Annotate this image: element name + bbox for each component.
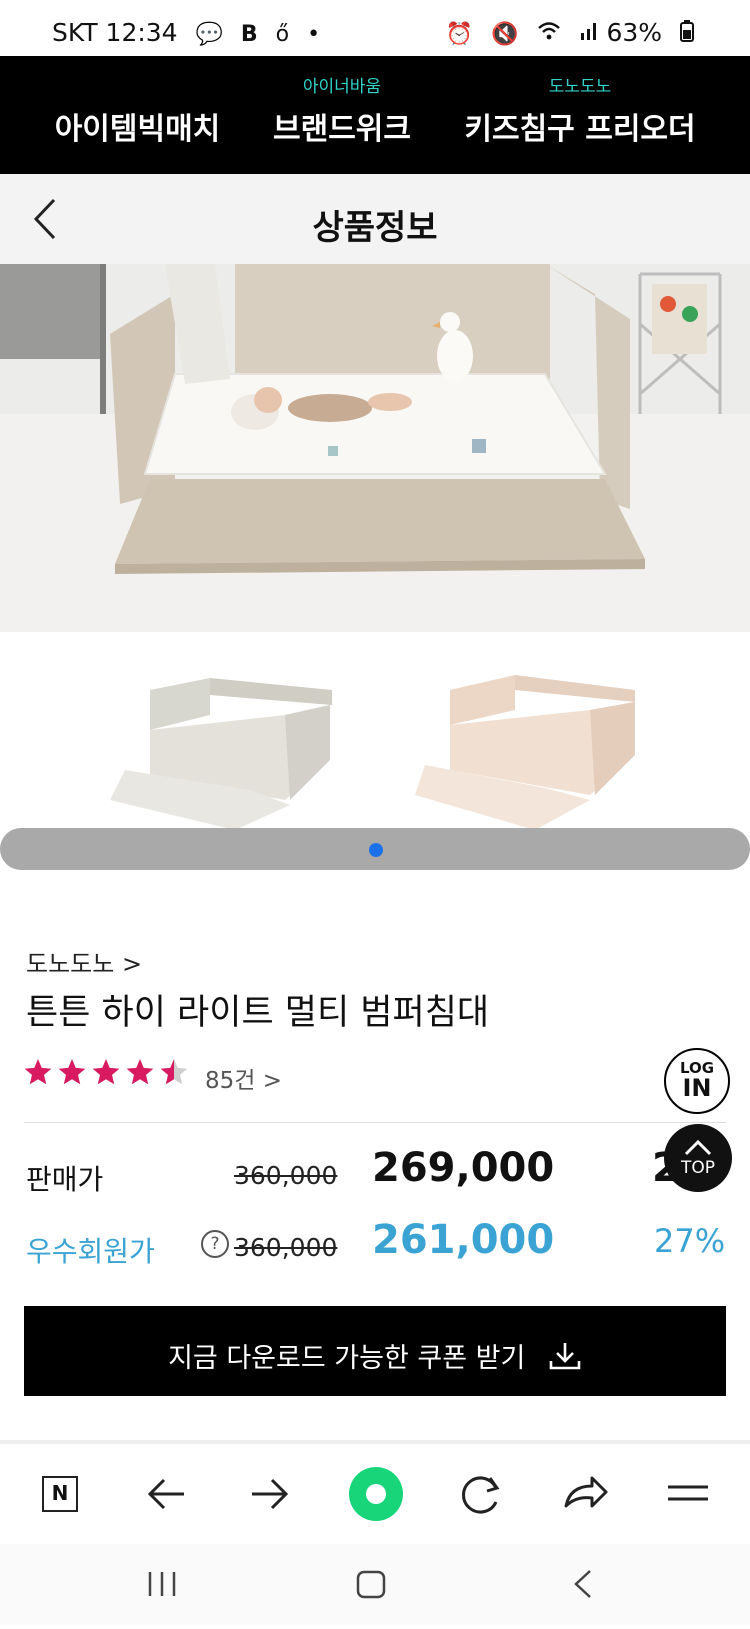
share-icon [564,1476,608,1508]
status-right: ⏰ 🔇 63% [436,18,694,48]
nav-item-label: 아이템빅매치 [54,112,221,147]
coupon-download-button[interactable]: 지금 다운로드 가능한 쿠폰 받기 [24,1306,726,1396]
star-rating-icon [24,1059,188,1085]
chat-bubble-icon: 💬 [195,21,223,47]
refresh-icon [462,1476,500,1514]
share-button[interactable] [544,1444,624,1544]
sale-price: 269,000 [372,1145,555,1191]
divider [24,1122,726,1123]
back-icon[interactable] [574,1570,591,1598]
battery-icon [680,20,694,48]
nav-item-label: 키즈침구 프리오더 [464,112,696,147]
scroll-top-button[interactable]: TOP [664,1124,732,1192]
notification-icon: ő [275,21,290,47]
brand-link[interactable]: 도노도노 > [26,944,142,979]
page-header: 상품정보 [0,174,750,264]
star-filled [126,1059,154,1085]
nav-item-item-big-match[interactable]: 아이템빅매치 [30,56,245,174]
alarm-icon: ⏰ [445,21,474,47]
page-title: 상품정보 [312,208,438,248]
battery-percent: 63% [606,18,663,47]
recent-apps-icon[interactable] [148,1572,176,1596]
nav-item-sub: 도노도노 [548,77,612,97]
nav-item-sub: 아이너바움 [302,77,382,97]
back-arrow-icon [147,1478,184,1510]
refresh-button[interactable] [440,1444,520,1544]
member-discount-rate: 27% [654,1222,726,1260]
bumper-bed-photo [0,264,750,632]
help-icon[interactable]: ? [201,1230,229,1258]
thumbnail-beige[interactable] [415,675,635,830]
signal-icon [579,21,599,47]
coupon-label: 지금 다운로드 가능한 쿠폰 받기 [24,1336,726,1375]
product-hero-image[interactable] [0,264,750,632]
product-name: 튼튼 하이 라이트 멀티 범퍼침대 [26,993,490,1033]
menu-button[interactable] [648,1444,728,1544]
sale-original-price: 360,000 [234,1161,338,1190]
star-filled [24,1059,52,1085]
system-navigation-bar [0,1544,750,1625]
star-filled [92,1059,120,1085]
forward-arrow-icon [252,1478,289,1510]
naver-home-icon: N [42,1476,78,1512]
thumbnail-gray[interactable] [110,678,332,830]
rating-stars [24,1058,190,1088]
chevron-up-icon [684,1139,712,1156]
wifi-icon [537,21,561,47]
member-original-price: 360,000 [234,1233,338,1262]
member-price-label: 우수회원가 [26,1235,155,1268]
status-bar: SKT 12:34 💬 B ő • ⏰ 🔇 63% [0,0,750,56]
review-count-link[interactable]: 85건 > [205,1061,282,1095]
nav-item-brand-week[interactable]: 아이너바움 브랜드위크 [252,56,432,174]
naver-home-button[interactable]: N [22,1444,102,1544]
color-option-thumbnails [0,660,750,830]
login-line2: IN [682,1074,712,1102]
nav-item-label: 브랜드위크 [273,112,411,147]
menu-icon [668,1485,708,1501]
coupon-text: 지금 다운로드 가능한 쿠폰 받기 [168,1343,526,1374]
b-app-icon: B [240,21,258,47]
nav-item-kids-bedding-preorder[interactable]: 도노도노 키즈침구 프리오더 [450,56,710,174]
home-icon[interactable] [356,1570,386,1599]
top-label: TOP [680,1158,716,1178]
download-icon [549,1343,581,1370]
status-left: SKT 12:34 💬 B ő • [52,18,320,47]
sale-price-label: 판매가 [26,1163,104,1196]
mute-icon: 🔇 [491,21,519,47]
browser-back-button[interactable] [126,1444,206,1544]
star-filled [58,1059,86,1085]
member-price: 261,000 [372,1217,555,1263]
carrier-time: SKT 12:34 [52,18,178,47]
dot-icon: • [307,21,321,47]
browser-forward-button[interactable] [230,1444,310,1544]
login-floating-button[interactable]: LOG IN [664,1048,730,1114]
top-nav: 아이템빅매치 아이너바움 브랜드위크 도노도노 키즈침구 프리오더 [0,56,750,174]
green-dot-button[interactable] [336,1444,416,1544]
green-dot-icon [349,1467,403,1521]
carousel-active-dot [369,843,383,857]
browser-toolbar: N [0,1444,750,1544]
